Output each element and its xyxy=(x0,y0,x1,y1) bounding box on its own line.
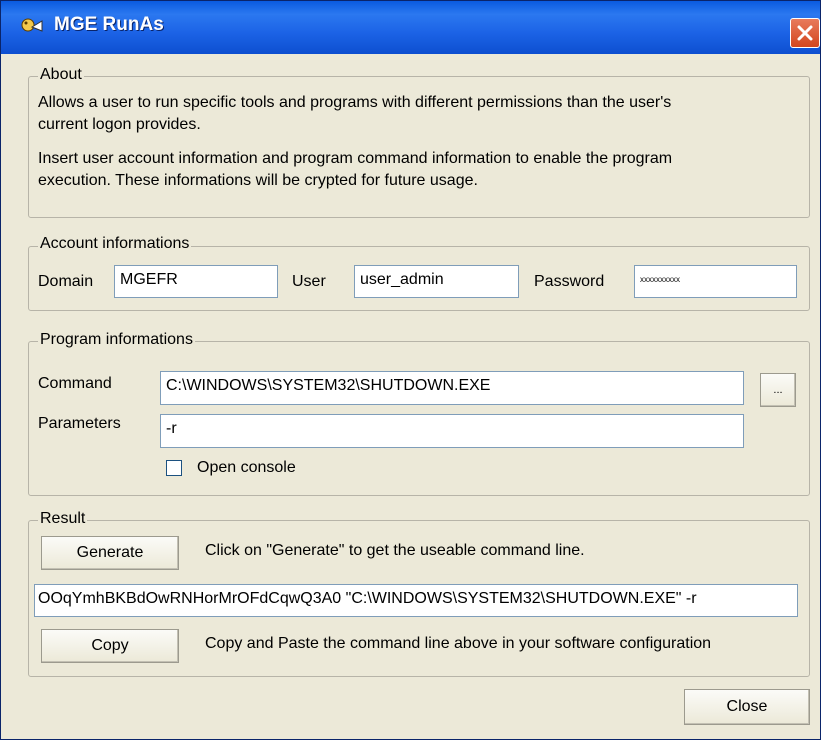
parameters-input[interactable]: -r xyxy=(160,414,744,448)
close-icon xyxy=(797,25,813,41)
window-close-button[interactable] xyxy=(790,18,820,48)
about-legend: About xyxy=(38,66,84,84)
open-console-checkbox[interactable] xyxy=(166,460,182,476)
password-label: Password xyxy=(534,273,605,290)
generate-hint: Click on "Generate" to get the useable c… xyxy=(205,542,585,559)
about-line-1b: current logon provides. xyxy=(38,116,201,133)
runas-window: MGE RunAs About Allows a user to run spe… xyxy=(0,0,821,740)
about-line-1a: Allows a user to run specific tools and … xyxy=(38,94,672,111)
browse-button[interactable]: ... xyxy=(760,373,796,407)
domain-input[interactable]: MGEFR xyxy=(114,265,278,298)
about-text-2: Insert user account information and prog… xyxy=(38,148,798,192)
command-line-output[interactable]: OOqYmhBKBdOwRNHorMrOFdCqwQ3A0 "C:\WINDOW… xyxy=(34,584,798,617)
command-label: Command xyxy=(38,375,112,392)
copy-hint: Copy and Paste the command line above in… xyxy=(205,635,712,652)
about-line-2a: Insert user account information and prog… xyxy=(38,150,673,167)
user-input[interactable]: user_admin xyxy=(354,265,519,298)
open-console-label[interactable]: Open console xyxy=(197,459,296,477)
close-button[interactable]: Close xyxy=(684,689,810,725)
title-bar[interactable]: MGE RunAs xyxy=(1,1,820,54)
window-title: MGE RunAs xyxy=(54,14,164,35)
user-label: User xyxy=(292,273,326,290)
domain-label: Domain xyxy=(38,273,94,290)
account-legend: Account informations xyxy=(38,235,192,253)
about-text-1: Allows a user to run specific tools and … xyxy=(38,92,798,136)
app-icon xyxy=(21,18,43,32)
program-legend: Program informations xyxy=(38,331,195,349)
result-legend: Result xyxy=(38,510,88,528)
command-input[interactable]: C:\WINDOWS\SYSTEM32\SHUTDOWN.EXE xyxy=(160,371,744,405)
copy-button[interactable]: Copy xyxy=(41,629,179,663)
password-input[interactable]: xxxxxxxxxx xyxy=(634,265,797,298)
about-line-2b: execution. These informations will be cr… xyxy=(38,172,478,189)
generate-button[interactable]: Generate xyxy=(41,536,179,570)
parameters-label: Parameters xyxy=(38,415,121,432)
